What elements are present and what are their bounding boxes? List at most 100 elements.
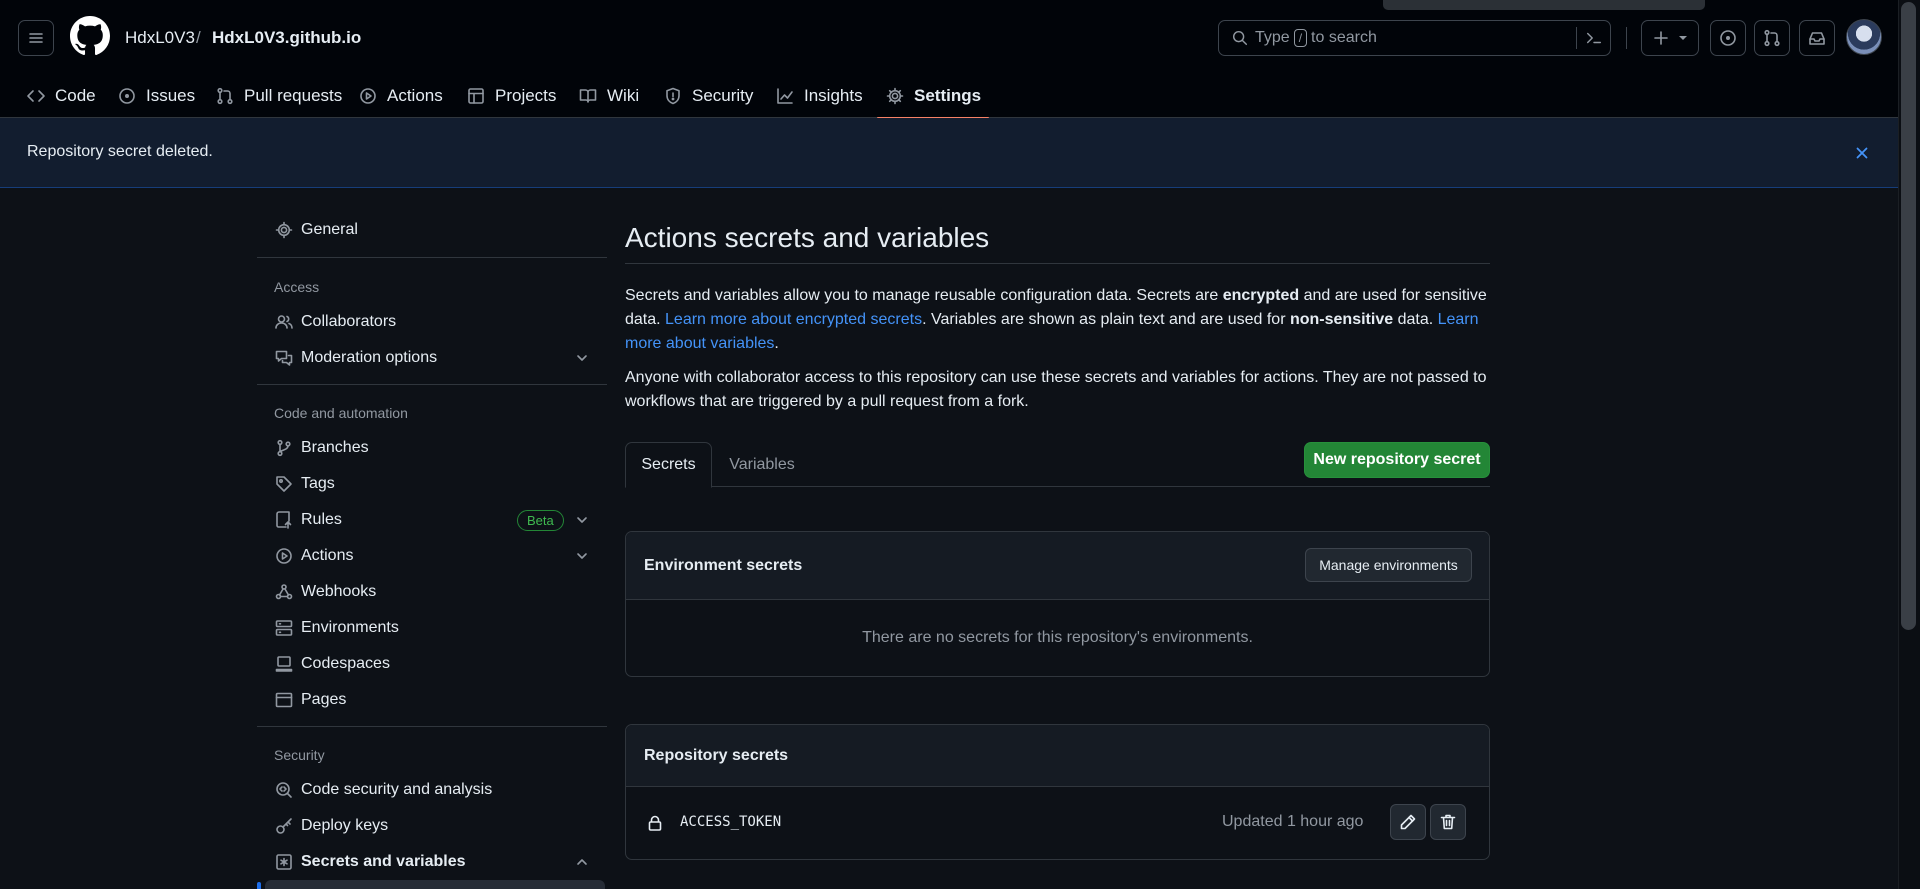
page-scrollbar-thumb[interactable] <box>1901 2 1916 630</box>
repo-push-icon <box>276 511 292 529</box>
sidebar-item-pages[interactable]: Pages <box>257 682 607 718</box>
issues-button[interactable] <box>1710 20 1746 56</box>
key-asterisk-icon <box>276 854 292 870</box>
sidebar-heading-access: Access <box>274 279 320 295</box>
search-input[interactable]: Type / to search <box>1218 20 1611 56</box>
desc-text: . Variables are shown as plain text and … <box>922 311 1290 328</box>
sidebar-item-rules[interactable]: Rules Beta <box>257 502 607 538</box>
sidebar-divider <box>257 726 607 727</box>
sidebar-item-label: Webhooks <box>301 583 377 600</box>
learn-secrets-link[interactable]: Learn more about encrypted secrets <box>665 311 922 328</box>
tab-security[interactable]: Security <box>663 74 753 118</box>
desc-bold: non-sensitive <box>1289 311 1394 328</box>
issue-opened-icon <box>1720 30 1736 46</box>
issue-icon <box>119 88 135 104</box>
search-shortcut-key: / <box>1293 29 1308 47</box>
beta-badge: Beta <box>517 510 564 531</box>
tab-code[interactable]: Code <box>26 74 96 118</box>
code-icon <box>27 90 45 102</box>
sidebar-subitem-selected[interactable] <box>265 880 605 889</box>
user-avatar[interactable] <box>1846 19 1882 55</box>
sidebar-divider <box>257 257 607 258</box>
tab-issues[interactable]: Issues <box>117 74 195 118</box>
tab-secrets[interactable]: Secrets <box>625 442 712 488</box>
gear-icon <box>886 87 904 105</box>
sidebar-item-webhooks[interactable]: Webhooks <box>257 574 607 610</box>
tab-wiki[interactable]: Wiki <box>578 74 639 118</box>
search-placeholder-post: to search <box>1311 29 1377 46</box>
sidebar-heading-code: Code and automation <box>274 405 408 421</box>
inbox-button[interactable] <box>1799 20 1835 56</box>
sidebar-item-label: Secrets and variables <box>301 853 466 870</box>
sidebar-item-deploy-keys[interactable]: Deploy keys <box>257 808 607 844</box>
play-icon <box>276 548 292 564</box>
breadcrumb-owner[interactable]: HdxL0V3 <box>125 28 195 48</box>
inbox-icon <box>1809 32 1825 45</box>
hamburger-icon <box>29 33 43 43</box>
git-branch-icon <box>277 439 291 457</box>
sidebar-item-moderation[interactable]: Moderation options <box>257 340 607 376</box>
sidebar-divider <box>257 384 607 385</box>
menu-button[interactable] <box>18 20 54 56</box>
tab-insights-label: Insights <box>804 86 863 105</box>
tab-pull-requests[interactable]: Pull requests <box>215 74 342 118</box>
tab-settings-label: Settings <box>914 86 982 105</box>
sidebar-item-code-security[interactable]: Code security and analysis <box>257 772 607 808</box>
command-palette-icon[interactable] <box>1585 29 1603 47</box>
sidebar-item-tags[interactable]: Tags <box>257 466 607 502</box>
sidebar-heading-security: Security <box>274 747 325 763</box>
gear-icon <box>275 221 293 239</box>
desc-text: data. <box>1393 311 1438 328</box>
top-bar: HdxL0V3 / HdxL0V3.github.io Type / to se… <box>0 0 1898 74</box>
tab-insights[interactable]: Insights <box>775 74 863 118</box>
delete-secret-button[interactable] <box>1430 804 1466 840</box>
server-icon <box>275 620 293 636</box>
breadcrumb-repo[interactable]: HdxL0V3.github.io <box>212 28 361 48</box>
graph-icon <box>777 88 793 104</box>
tab-variables[interactable]: Variables <box>712 442 812 487</box>
play-icon <box>360 88 376 104</box>
tab-settings[interactable]: Settings <box>876 74 990 119</box>
plus-icon <box>1654 31 1668 45</box>
flash-message: Repository secret deleted. <box>27 143 213 160</box>
chevron-down-icon <box>577 355 587 361</box>
close-icon[interactable] <box>1852 143 1872 163</box>
create-new-button[interactable] <box>1641 20 1699 56</box>
pull-requests-button[interactable] <box>1754 20 1790 56</box>
sidebar-item-environments[interactable]: Environments <box>257 610 607 646</box>
sidebar-item-codespaces[interactable]: Codespaces <box>257 646 607 682</box>
search-placeholder-pre: Type <box>1255 29 1290 46</box>
tab-actions-label: Actions <box>387 86 443 105</box>
tab-wiki-label: Wiki <box>607 86 640 105</box>
tag-icon <box>276 476 292 492</box>
trash-icon <box>1440 814 1456 830</box>
github-logo-icon[interactable] <box>70 16 110 56</box>
comment-discussion-icon <box>275 350 293 366</box>
tab-strip-overlay <box>1383 0 1705 10</box>
lock-icon <box>648 815 662 831</box>
tab-code-label: Code <box>55 86 96 105</box>
edit-secret-button[interactable] <box>1390 804 1426 840</box>
sidebar-item-collaborators[interactable]: Collaborators <box>257 304 607 340</box>
access-paragraph: Anyone with collaborator access to this … <box>625 369 1487 410</box>
new-repository-secret-button[interactable]: New repository secret <box>1304 442 1490 478</box>
sidebar-item-label: Codespaces <box>301 655 390 672</box>
desc-bold: encrypted <box>1222 287 1300 304</box>
search-divider <box>1576 27 1577 49</box>
environment-secrets-title: Environment secrets <box>644 557 803 574</box>
secret-name: ACCESS_TOKEN <box>680 814 782 830</box>
sidebar-item-label: Branches <box>301 439 369 456</box>
repository-secrets-title: Repository secrets <box>644 747 789 764</box>
secret-updated-time: Updated 1 hour ago <box>1222 813 1364 830</box>
manage-environments-button[interactable]: Manage environments <box>1305 548 1472 582</box>
chevron-down-icon <box>577 553 587 559</box>
sidebar-item-secrets[interactable]: Secrets and variables <box>257 844 607 880</box>
sidebar-item-branches[interactable]: Branches <box>257 430 607 466</box>
tab-actions[interactable]: Actions <box>358 74 443 118</box>
repo-nav: Code Issues Pull requests Actions Projec… <box>0 74 1898 119</box>
tab-projects[interactable]: Projects <box>466 74 556 118</box>
sidebar-item-general[interactable]: General <box>257 212 607 248</box>
sidebar-item-label: Environments <box>301 619 399 636</box>
sidebar-item-label: Rules <box>301 511 342 528</box>
sidebar-item-actions[interactable]: Actions <box>257 538 607 574</box>
